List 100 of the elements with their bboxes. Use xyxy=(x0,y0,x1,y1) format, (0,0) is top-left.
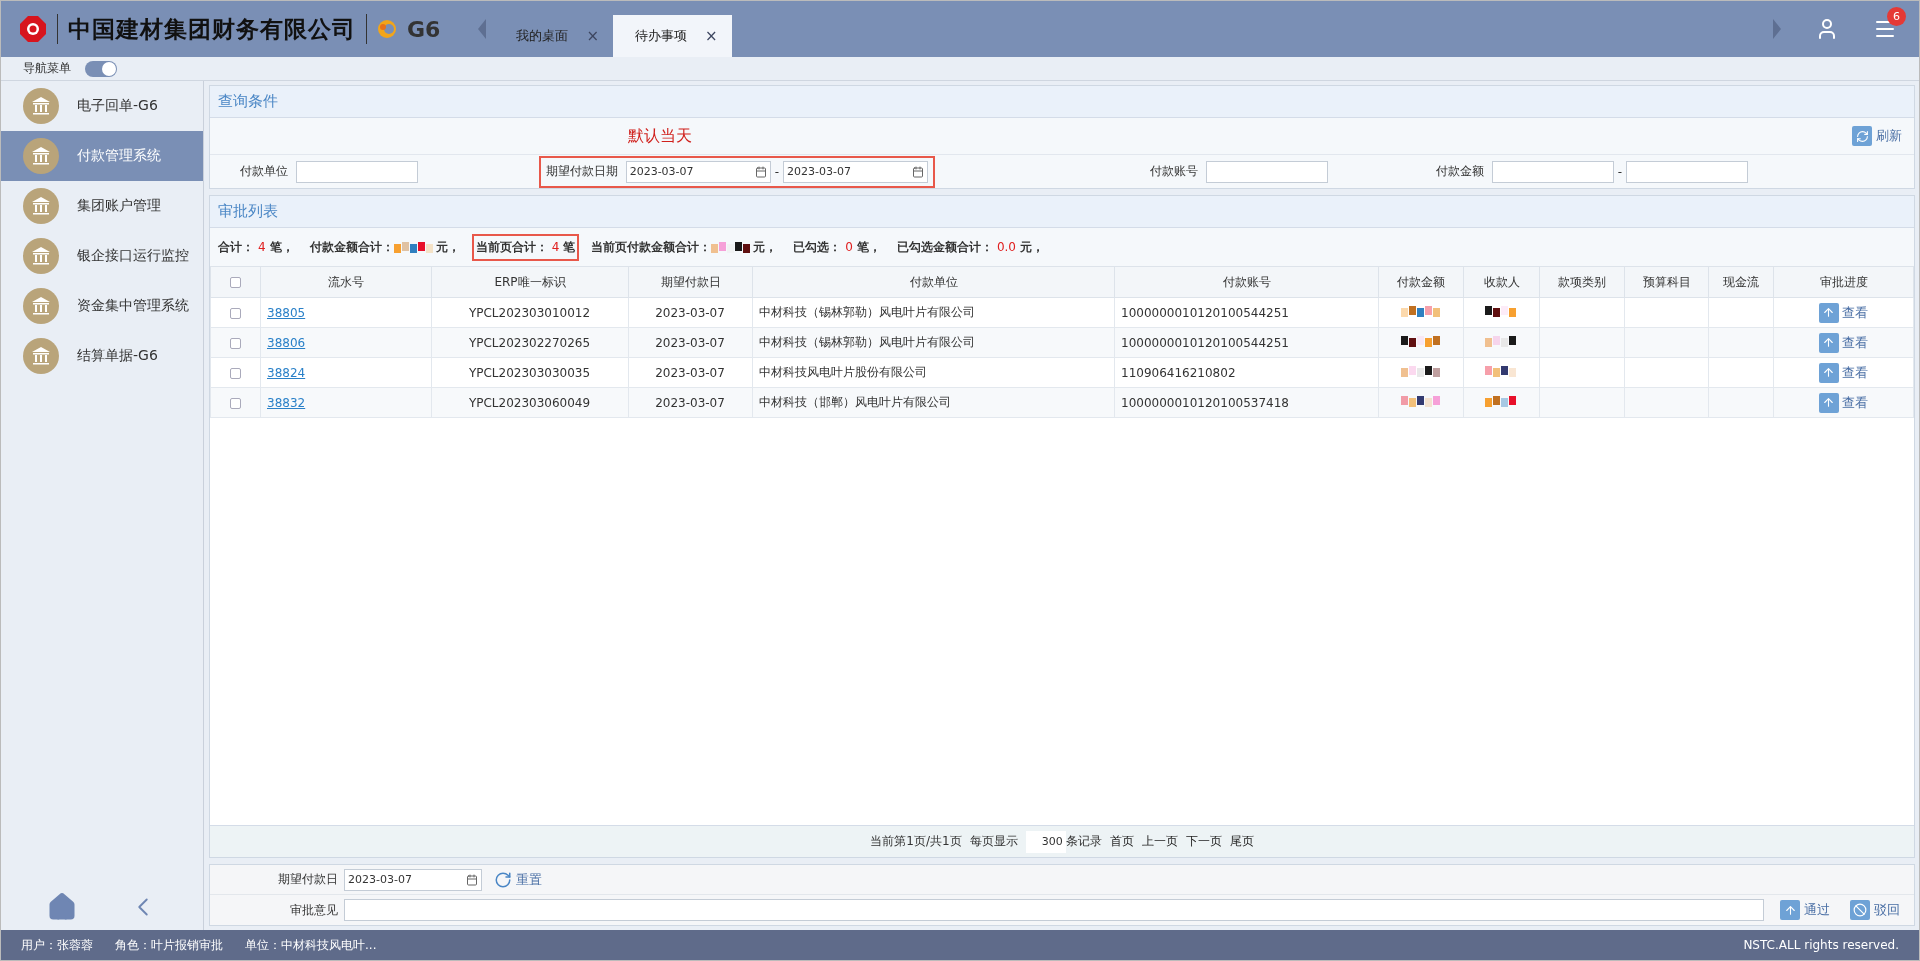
summary-item: 已勾选： 0 笔， xyxy=(792,238,882,256)
column-header: 审批进度 xyxy=(1773,266,1914,298)
pixelated-value xyxy=(1400,334,1441,348)
table-cell: 110906416210802 xyxy=(1114,357,1379,388)
table-cell: 1000000010120100544251 xyxy=(1114,327,1379,358)
table-cell: YPCL202303010012 xyxy=(431,297,629,328)
sidebar-item[interactable]: 银企接口运行监控 xyxy=(1,231,203,281)
company-logo xyxy=(19,15,47,43)
column-header: 期望付款日 xyxy=(628,266,753,298)
range-separator: - xyxy=(774,164,779,179)
sidebar-item[interactable]: 集团账户管理 xyxy=(1,181,203,231)
column-header: 预算科目 xyxy=(1624,266,1709,298)
calendar-icon[interactable] xyxy=(754,165,767,178)
field-label: 期望付款日 xyxy=(277,871,338,888)
pager-link[interactable]: 上一页 xyxy=(1141,833,1178,850)
pager-link[interactable]: 首页 xyxy=(1109,833,1134,850)
pixelated-value xyxy=(1485,304,1517,318)
page-info: 当前第1页/共1页 xyxy=(870,833,962,850)
tab[interactable]: 待办事项 × xyxy=(612,15,732,57)
column-header: 款项类别 xyxy=(1539,266,1625,298)
table-cell: 2023-03-07 xyxy=(628,297,753,328)
date-input[interactable]: 2023-03-07 xyxy=(625,160,771,183)
swirl-logo-icon xyxy=(377,19,397,39)
nav-menu-label: 导航菜单 xyxy=(23,60,71,77)
company-name: 中国建材集团财务有限公司 xyxy=(68,14,356,44)
calendar-icon[interactable] xyxy=(466,873,478,886)
row-checkbox[interactable] xyxy=(229,337,241,349)
table-cell: 中材科技（锡林郭勒）风电叶片有限公司 xyxy=(752,297,1115,328)
serial-link[interactable]: 38806 xyxy=(267,335,306,350)
highlighted-summary: 当前页合计： 4 笔 xyxy=(471,233,580,261)
text-input[interactable] xyxy=(1206,160,1328,183)
sidebar-item[interactable]: 电子回单-G6 xyxy=(1,81,203,131)
scroll-right-icon[interactable] xyxy=(1773,19,1781,39)
field-label: 付款账号 xyxy=(1150,163,1198,180)
field-label: 付款单位 xyxy=(240,163,288,180)
product-name: G6 xyxy=(407,16,441,42)
upload-icon xyxy=(1818,332,1839,353)
row-checkbox[interactable] xyxy=(229,397,241,409)
sidebar-item[interactable]: 结算单据-G6 xyxy=(1,331,203,381)
bank-icon xyxy=(23,188,59,224)
text-input[interactable] xyxy=(1626,160,1748,183)
bank-icon xyxy=(23,238,59,274)
annotation-text: 默认当天 xyxy=(628,125,692,147)
pixelated-value xyxy=(1485,364,1517,378)
upload-icon xyxy=(1780,900,1800,920)
summary-item: 付款金额合计： 元， xyxy=(308,238,461,256)
close-icon[interactable]: × xyxy=(704,27,718,45)
pixelated-value xyxy=(1400,364,1441,378)
table-cell: 2023-03-07 xyxy=(628,327,753,358)
serial-link[interactable]: 38832 xyxy=(267,395,306,410)
upload-icon xyxy=(1818,302,1839,323)
column-header: 付款单位 xyxy=(752,266,1115,298)
field-label: 审批意见 xyxy=(289,901,338,919)
pixelated-value xyxy=(1400,394,1441,408)
date-input[interactable]: 2023-03-07 xyxy=(783,160,928,183)
pixelated-value xyxy=(393,240,436,254)
select-all-checkbox[interactable] xyxy=(230,277,241,288)
tab[interactable]: 我的桌面 × xyxy=(494,15,613,57)
table-cell: 中材科技（邯郸）风电叶片有限公司 xyxy=(752,387,1115,418)
upload-icon xyxy=(1818,362,1839,383)
opinion-input[interactable] xyxy=(344,899,1764,921)
column-header: ERP唯一标识 xyxy=(431,266,629,298)
pixelated-value xyxy=(1485,334,1517,348)
ban-icon xyxy=(1850,900,1870,920)
range-separator: - xyxy=(1617,164,1622,179)
serial-link[interactable]: 38805 xyxy=(267,305,306,320)
sidebar-item[interactable]: 资金集中管理系统 xyxy=(1,281,203,331)
summary-item: 当前页付款金额合计： 元， xyxy=(590,238,779,256)
per-page-label: 每页显示 xyxy=(969,833,1018,850)
text-input[interactable] xyxy=(296,160,418,183)
home-icon[interactable] xyxy=(46,892,77,922)
scroll-left-icon[interactable] xyxy=(478,19,487,39)
text-input[interactable] xyxy=(1491,160,1614,183)
column-header: 现金流 xyxy=(1708,266,1774,298)
bank-icon xyxy=(23,288,59,324)
column-header: 收款人 xyxy=(1463,266,1540,298)
calendar-icon[interactable] xyxy=(912,165,924,178)
nav-menu-toggle[interactable] xyxy=(85,60,117,77)
serial-link[interactable]: 38824 xyxy=(267,365,306,380)
summary-item: 已勾选金额合计： 0.0 元， xyxy=(895,238,1045,256)
pixelated-value xyxy=(1400,304,1441,318)
row-checkbox[interactable] xyxy=(229,307,241,319)
pager-link[interactable]: 尾页 xyxy=(1229,833,1254,850)
summary-item: 合计： 4 笔， xyxy=(217,238,295,256)
reset-button[interactable]: 重置 xyxy=(488,869,548,890)
copyright: NSTC.ALL rights reserved. xyxy=(1743,938,1899,952)
approve-button[interactable]: 通过 xyxy=(1774,899,1836,921)
table-cell: 1000000010120100544251 xyxy=(1114,297,1379,328)
table-cell: 2023-03-07 xyxy=(628,357,753,388)
refresh-button[interactable]: 刷新 xyxy=(1846,125,1908,147)
reject-button[interactable]: 驳回 xyxy=(1844,899,1906,921)
table-cell: 中材科技风电叶片股份有限公司 xyxy=(752,357,1115,388)
pixelated-value xyxy=(1485,394,1517,408)
field-label: 期望付款日期 xyxy=(545,163,618,180)
pager-link[interactable]: 下一页 xyxy=(1185,833,1222,850)
date-input[interactable]: 2023-03-07 xyxy=(344,868,482,891)
user-info: 用户：张蓉蓉 xyxy=(21,936,93,954)
per-page-input[interactable]: 300 xyxy=(1025,830,1066,853)
row-checkbox[interactable] xyxy=(229,367,241,379)
column-header: 付款账号 xyxy=(1114,266,1379,298)
